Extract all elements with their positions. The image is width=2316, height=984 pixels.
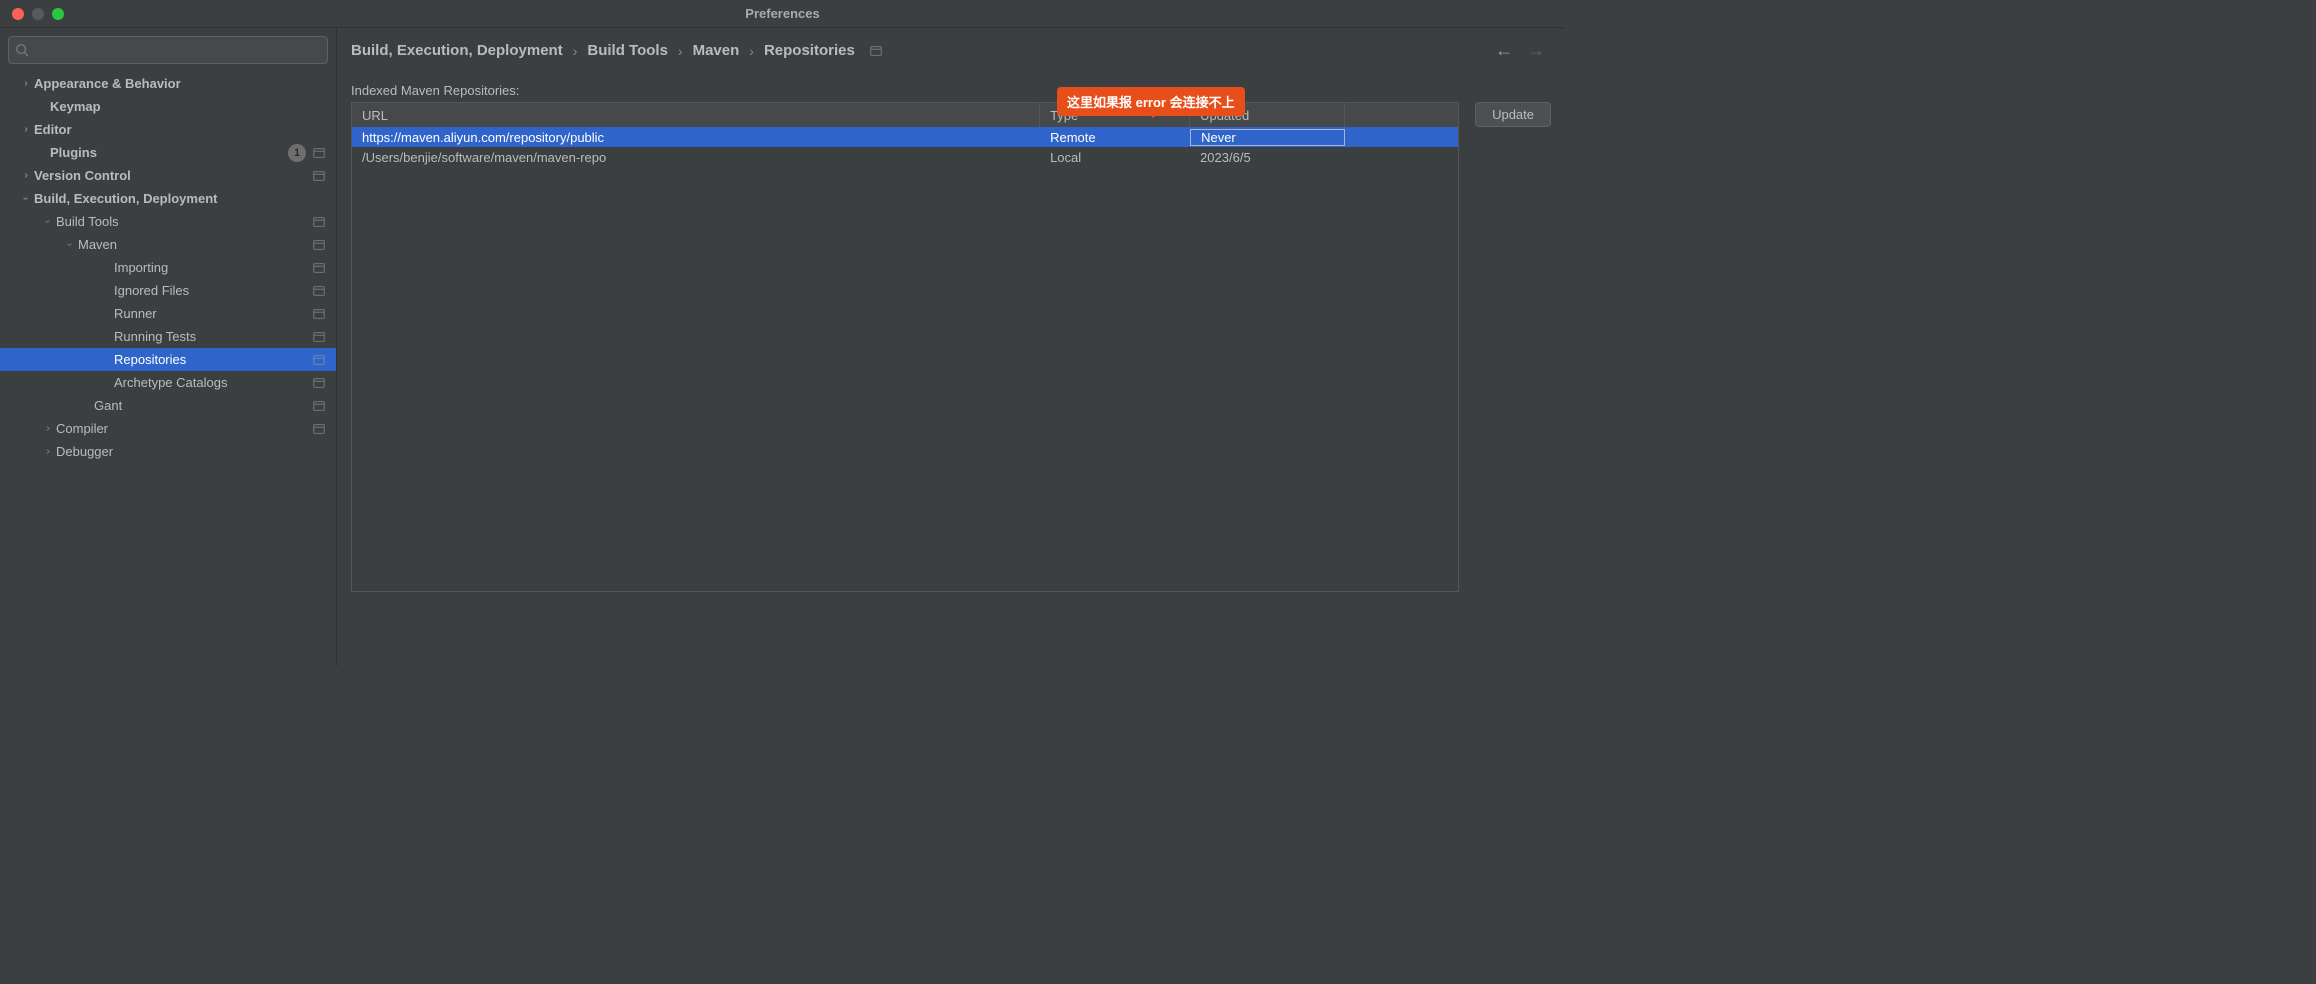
cell-updated: 2023/6/5 bbox=[1190, 150, 1345, 165]
titlebar: Preferences bbox=[0, 0, 1565, 28]
sidebar-item-label: Repositories bbox=[114, 352, 312, 367]
window-title: Preferences bbox=[745, 6, 819, 21]
project-settings-icon bbox=[312, 146, 326, 160]
minimize-window-button[interactable] bbox=[32, 8, 44, 20]
cell-type: Remote bbox=[1040, 130, 1190, 145]
sidebar-item-gant[interactable]: Gant bbox=[0, 394, 336, 417]
sidebar-item-label: Version Control bbox=[34, 168, 312, 183]
badge-count: 1 bbox=[288, 144, 306, 162]
cell-url: /Users/benjie/software/maven/maven-repo bbox=[352, 150, 1040, 165]
maximize-window-button[interactable] bbox=[52, 8, 64, 20]
sidebar-item-debugger[interactable]: ›Debugger bbox=[0, 440, 336, 463]
sidebar-item-archetype-catalogs[interactable]: Archetype Catalogs bbox=[0, 371, 336, 394]
sidebar-item-appearance-behavior[interactable]: ›Appearance & Behavior bbox=[0, 72, 336, 95]
project-settings-icon bbox=[312, 238, 326, 252]
breadcrumb-item[interactable]: Build Tools bbox=[587, 42, 668, 59]
project-settings-icon bbox=[312, 261, 326, 275]
update-button[interactable]: Update bbox=[1475, 102, 1551, 127]
breadcrumb-item[interactable]: Build, Execution, Deployment bbox=[351, 42, 563, 59]
nav-back-button[interactable]: ← bbox=[1495, 40, 1513, 61]
sidebar-item-label: Compiler bbox=[56, 421, 312, 436]
cell-type: Local bbox=[1040, 150, 1190, 165]
chevron-icon: › bbox=[40, 446, 56, 457]
settings-tree: ›Appearance & BehaviorKeymap›EditorPlugi… bbox=[0, 72, 336, 666]
sidebar-item-label: Archetype Catalogs bbox=[114, 375, 312, 390]
cell-updated: Never bbox=[1190, 129, 1345, 146]
chevron-icon: › bbox=[62, 239, 78, 250]
project-settings-icon bbox=[869, 44, 883, 58]
search-icon bbox=[15, 43, 29, 57]
chevron-icon: › bbox=[18, 170, 34, 181]
project-settings-icon bbox=[312, 169, 326, 183]
sidebar-item-label: Build Tools bbox=[56, 214, 312, 229]
chevron-icon: › bbox=[40, 216, 56, 227]
breadcrumb-item[interactable]: Maven bbox=[693, 42, 740, 59]
project-settings-icon bbox=[312, 284, 326, 298]
breadcrumb: Build, Execution, Deployment › Build Tools… bbox=[351, 42, 883, 59]
cell-url: https://maven.aliyun.com/repository/publ… bbox=[352, 130, 1040, 145]
window-controls bbox=[0, 8, 64, 20]
sidebar-item-label: Plugins bbox=[50, 145, 288, 160]
sidebar-item-version-control[interactable]: ›Version Control bbox=[0, 164, 336, 187]
project-settings-icon bbox=[312, 330, 326, 344]
chevron-icon: › bbox=[18, 193, 34, 204]
sidebar-item-maven[interactable]: ›Maven bbox=[0, 233, 336, 256]
content-panel: Build, Execution, Deployment › Build Tools… bbox=[337, 28, 1565, 666]
sidebar: ›Appearance & BehaviorKeymap›EditorPlugi… bbox=[0, 28, 337, 666]
chevron-icon: › bbox=[40, 423, 56, 434]
sidebar-item-label: Running Tests bbox=[114, 329, 312, 344]
section-label: Indexed Maven Repositories: bbox=[351, 83, 1551, 98]
sidebar-item-label: Build, Execution, Deployment bbox=[34, 191, 326, 206]
project-settings-icon bbox=[312, 353, 326, 367]
chevron-icon: › bbox=[18, 78, 34, 89]
project-settings-icon bbox=[312, 215, 326, 229]
sidebar-item-label: Importing bbox=[114, 260, 312, 275]
chevron-right-icon: › bbox=[573, 43, 578, 59]
sidebar-item-label: Debugger bbox=[56, 444, 326, 459]
search-input[interactable] bbox=[8, 36, 328, 64]
repositories-table: URL Type Updated https://maven.aliyun.co… bbox=[351, 102, 1459, 592]
sidebar-item-build-tools[interactable]: ›Build Tools bbox=[0, 210, 336, 233]
breadcrumb-item[interactable]: Repositories bbox=[764, 42, 855, 59]
close-window-button[interactable] bbox=[12, 8, 24, 20]
sidebar-item-label: Runner bbox=[114, 306, 312, 321]
sidebar-item-importing[interactable]: Importing bbox=[0, 256, 336, 279]
annotation-callout: 这里如果报 error 会连接不上 bbox=[1057, 87, 1245, 116]
table-header: URL Type Updated bbox=[352, 103, 1458, 127]
chevron-right-icon: › bbox=[678, 43, 683, 59]
project-settings-icon bbox=[312, 422, 326, 436]
column-header-url[interactable]: URL bbox=[352, 103, 1040, 127]
table-row[interactable]: https://maven.aliyun.com/repository/publ… bbox=[352, 127, 1458, 147]
chevron-right-icon: › bbox=[749, 43, 754, 59]
sidebar-item-label: Maven bbox=[78, 237, 312, 252]
sidebar-item-compiler[interactable]: ›Compiler bbox=[0, 417, 336, 440]
table-body: https://maven.aliyun.com/repository/publ… bbox=[352, 127, 1458, 591]
sidebar-item-repositories[interactable]: Repositories bbox=[0, 348, 336, 371]
sidebar-item-label: Ignored Files bbox=[114, 283, 312, 298]
sidebar-item-running-tests[interactable]: Running Tests bbox=[0, 325, 336, 348]
sidebar-item-label: Keymap bbox=[50, 99, 326, 114]
sidebar-item-build-execution-deployment[interactable]: ›Build, Execution, Deployment bbox=[0, 187, 336, 210]
project-settings-icon bbox=[312, 399, 326, 413]
nav-forward-button[interactable]: → bbox=[1527, 40, 1545, 61]
sidebar-item-keymap[interactable]: Keymap bbox=[0, 95, 336, 118]
sidebar-item-label: Editor bbox=[34, 122, 326, 137]
column-header-extra[interactable] bbox=[1345, 103, 1458, 127]
sidebar-item-ignored-files[interactable]: Ignored Files bbox=[0, 279, 336, 302]
table-row[interactable]: /Users/benjie/software/maven/maven-repoL… bbox=[352, 147, 1458, 167]
sidebar-item-runner[interactable]: Runner bbox=[0, 302, 336, 325]
chevron-icon: › bbox=[18, 124, 34, 135]
sidebar-item-editor[interactable]: ›Editor bbox=[0, 118, 336, 141]
project-settings-icon bbox=[312, 376, 326, 390]
sidebar-item-label: Appearance & Behavior bbox=[34, 76, 326, 91]
sidebar-item-label: Gant bbox=[94, 398, 312, 413]
project-settings-icon bbox=[312, 307, 326, 321]
sidebar-item-plugins[interactable]: Plugins1 bbox=[0, 141, 336, 164]
